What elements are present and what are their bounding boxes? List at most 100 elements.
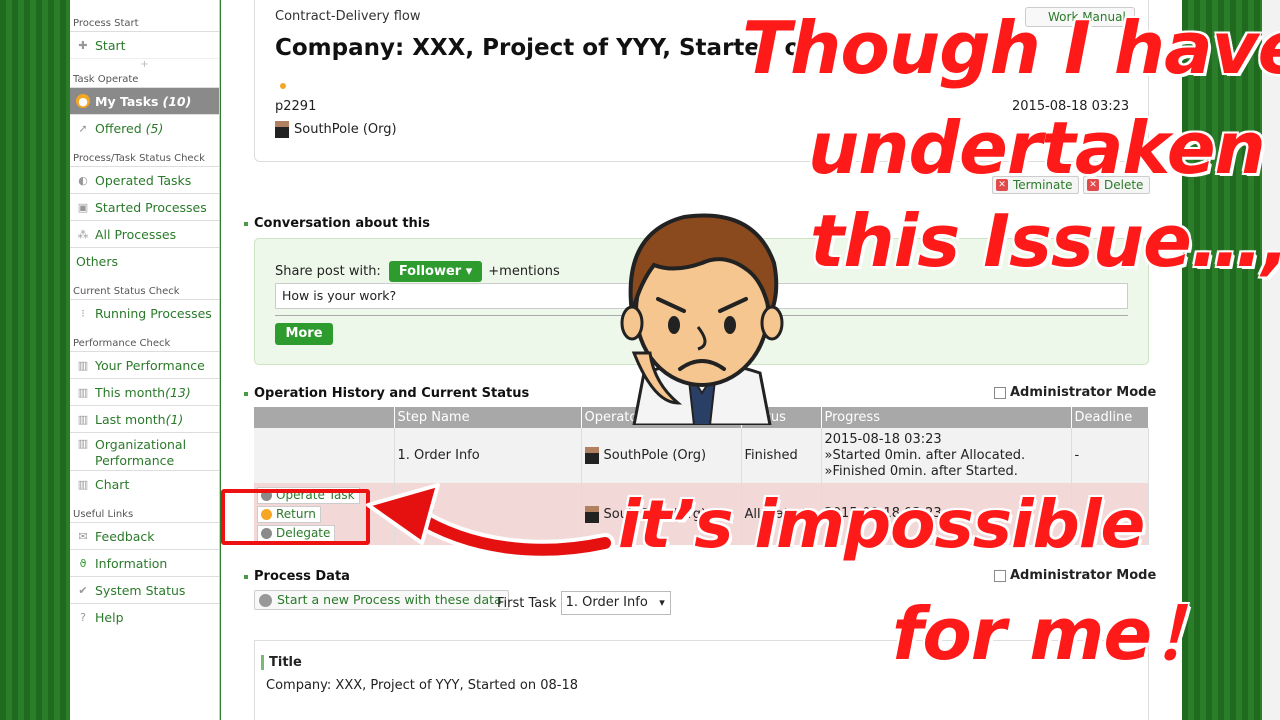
checkbox[interactable]: [994, 386, 1006, 399]
sidebar-item-running-processes[interactable]: ⁝ Running Processes: [70, 299, 219, 326]
bar-chart-icon: ▥: [77, 385, 89, 399]
sidebar-item-offered[interactable]: ➚ Offered (5): [70, 114, 219, 141]
avatar: [275, 121, 289, 138]
task-count: (10): [162, 93, 192, 109]
more-button[interactable]: More: [275, 323, 333, 345]
sidebar-heading-task-operate: Task Operate: [73, 74, 139, 85]
first-task-row: First Task 1. Order Info: [497, 591, 671, 615]
history-title: Operation History and Current Status: [244, 386, 529, 401]
first-task-label: First Task: [497, 595, 557, 611]
sidebar-item-label: Start: [95, 37, 126, 53]
sidebar-item-label: This month: [95, 384, 166, 400]
sidebar-item-label: Operated Tasks: [95, 172, 192, 188]
expand-toggle[interactable]: +: [70, 58, 219, 72]
sidebar-item-help[interactable]: ? Help: [70, 603, 219, 630]
sidebar-item-operated-tasks[interactable]: ◐ Operated Tasks: [70, 166, 219, 193]
caption-line: Though I have: [741, 6, 1280, 90]
col-header: Progress: [821, 407, 1072, 428]
sidebar-item-my-tasks[interactable]: ● My Tasks (10): [70, 87, 219, 114]
caption-line: for me！: [891, 592, 1224, 676]
sidebar-item-label: Started Processes: [95, 199, 207, 215]
all-icon: ⁂: [77, 227, 89, 241]
flow-name: Contract-Delivery flow: [275, 9, 421, 24]
avatar: [584, 447, 599, 464]
offer-icon: ➚: [78, 121, 88, 135]
process-owner: SouthPole (Org): [275, 121, 397, 138]
plus-icon: ✚: [78, 38, 88, 52]
status-cell: Finished: [741, 428, 822, 483]
worried-man-illustration: [620, 213, 784, 425]
operator-name: SouthPole (Org): [603, 448, 707, 463]
owner-name: SouthPole (Org): [294, 122, 397, 137]
sidebar-heading-status-check: Process/Task Status Check: [73, 153, 205, 164]
progress-line: 2015-08-18 03:23: [824, 431, 942, 447]
sidebar-item-system-status[interactable]: ✔ System Status: [70, 576, 219, 603]
sidebar-item-label: My Tasks: [95, 93, 159, 109]
sidebar-item-label: Information: [95, 555, 168, 571]
col-header: Deadline: [1071, 407, 1149, 428]
sidebar-item-label: Organizational Performance: [95, 437, 187, 468]
sidebar-item-start[interactable]: ✚ Start: [70, 31, 219, 58]
deadline-cell: -: [1071, 428, 1149, 483]
sidebar-heading-process-start: Process Start: [73, 18, 139, 29]
month-count: (1): [165, 411, 184, 427]
page-title: Company: XXX, Project of YYY, Started o: [275, 35, 801, 61]
start-new-process-button[interactable]: Start a new Process with these data: [254, 590, 509, 610]
follower-dropdown[interactable]: Follower ▾: [388, 261, 483, 282]
bar-chart-icon: ▥: [77, 477, 89, 491]
background-left: [0, 0, 70, 720]
sidebar-item-label: System Status: [95, 582, 186, 598]
sidebar-item-all-processes[interactable]: ⁂ All Processes: [70, 220, 219, 247]
admin-mode-label: Administrator Mode: [1010, 568, 1157, 583]
field-value: Company: XXX, Project of YYY, Started on…: [266, 678, 578, 693]
bar-chart-icon: ▥: [77, 358, 89, 372]
admin-mode-label: Administrator Mode: [1010, 385, 1157, 400]
admin-mode-toggle-2[interactable]: Administrator Mode: [994, 568, 1156, 583]
sidebar-item-information[interactable]: ϑ Information: [70, 549, 219, 576]
sidebar-item-label: Chart: [95, 476, 130, 492]
field-label: Title: [261, 655, 302, 670]
progress-line: »Finished 0min. after Started.: [824, 463, 1018, 479]
checkbox[interactable]: [994, 569, 1006, 582]
sidebar-item-this-month[interactable]: ▥ This month (13): [70, 378, 219, 405]
help-icon: ?: [80, 610, 86, 624]
sidebar-item-feedback[interactable]: ✉ Feedback: [70, 522, 219, 549]
start-icon: [259, 594, 272, 607]
red-arrow-icon: [366, 483, 615, 560]
caption-line: it’s impossible: [617, 486, 1146, 563]
status-dot-icon: [280, 83, 286, 89]
sidebar-heading-performance: Performance Check: [73, 338, 171, 349]
start-label: Start a new Process with these data: [277, 592, 502, 607]
share-row: Share post with: Follower ▾ +mentions: [275, 261, 560, 282]
col-header: [254, 407, 395, 428]
sidebar-heading-current-status: Current Status Check: [73, 286, 180, 297]
sidebar-item-started-processes[interactable]: ▣ Started Processes: [70, 193, 219, 220]
sidebar-item-last-month[interactable]: ▥ Last month (1): [70, 405, 219, 432]
sidebar-item-label: Running Processes: [95, 305, 212, 321]
sidebar-item-label: Others: [76, 253, 119, 269]
running-icon: ⁝: [81, 306, 85, 320]
sidebar-heading-useful-links: Useful Links: [73, 509, 134, 520]
sidebar-item-org-performance[interactable]: ▥ Organizational Performance: [70, 432, 219, 470]
process-data-title: Process Data: [244, 569, 350, 584]
operated-icon: ◐: [78, 173, 88, 187]
bar-chart-icon: ▥: [77, 412, 89, 426]
caption-line: this Issue…,: [809, 199, 1280, 283]
sidebar-item-chart[interactable]: ▥ Chart: [70, 470, 219, 497]
share-label: Share post with:: [275, 264, 381, 279]
sidebar-item-label: Offered: [95, 120, 142, 136]
conversation-title: Conversation about this: [244, 216, 430, 231]
month-count: (13): [165, 384, 191, 400]
sidebar-item-others[interactable]: Others: [70, 247, 219, 274]
highlight-box: [221, 489, 370, 545]
col-header: Step Name: [394, 407, 582, 428]
admin-mode-toggle[interactable]: Administrator Mode: [994, 385, 1156, 400]
sidebar-item-label: Your Performance: [95, 357, 205, 373]
sidebar-item-label: All Processes: [95, 226, 177, 242]
first-task-select[interactable]: 1. Order Info: [560, 591, 671, 615]
progress-cell: 2015-08-18 03:23 »Started 0min. after Al…: [821, 428, 1072, 483]
bar-chart-icon: ▥: [77, 437, 89, 450]
sidebar-item-your-performance[interactable]: ▥ Your Performance: [70, 351, 219, 378]
info-icon: ϑ: [79, 556, 87, 570]
mentions-link[interactable]: +mentions: [488, 264, 559, 279]
